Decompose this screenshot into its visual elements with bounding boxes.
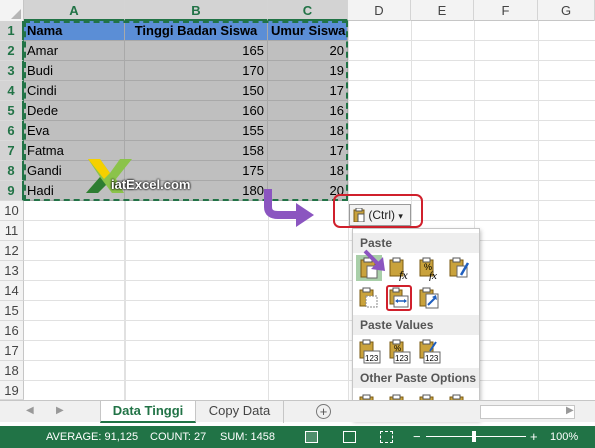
- select-all-corner[interactable]: [0, 0, 24, 21]
- zoom-out-icon[interactable]: −: [413, 426, 421, 448]
- table-cell[interactable]: 16: [268, 101, 348, 121]
- column-header-a[interactable]: A: [24, 0, 125, 21]
- row-header[interactable]: 12: [0, 241, 24, 261]
- status-sum: SUM: 1458: [220, 431, 276, 443]
- header-cell-tinggi[interactable]: Tinggi Badan Siswa: [125, 21, 268, 41]
- clipboard-icon: [353, 207, 365, 223]
- table-cell[interactable]: 165: [125, 41, 268, 61]
- status-bar: AVERAGE: 91,125 COUNT: 27 SUM: 1458 − + …: [0, 426, 595, 448]
- horizontal-scrollbar[interactable]: [480, 405, 575, 419]
- svg-text:123: 123: [425, 354, 439, 363]
- row-header[interactable]: 10: [0, 201, 24, 221]
- table-cell[interactable]: 19: [268, 61, 348, 81]
- paste-formulas-number-format-icon[interactable]: % fx: [416, 255, 442, 282]
- sheet-tab-data-tinggi[interactable]: Data Tinggi: [100, 401, 196, 423]
- scroll-tabs-right-icon[interactable]: ▶: [56, 405, 64, 416]
- paste-transpose-icon[interactable]: [416, 285, 442, 311]
- arrow-to-column-widths-icon: [363, 249, 385, 271]
- table-cell[interactable]: 170: [125, 61, 268, 81]
- row-header[interactable]: 18: [0, 361, 24, 381]
- row-header[interactable]: 7: [0, 141, 24, 161]
- column-header-e[interactable]: E: [411, 0, 474, 21]
- svg-text:123: 123: [395, 354, 409, 363]
- paste-keep-column-widths-icon[interactable]: [386, 285, 412, 311]
- row-header[interactable]: 3: [0, 61, 24, 81]
- chevron-down-icon: ▾: [398, 211, 403, 221]
- row-header[interactable]: 5: [0, 101, 24, 121]
- zoom-level[interactable]: 100%: [550, 426, 578, 448]
- svg-text:fx: fx: [429, 270, 437, 281]
- column-header-b[interactable]: B: [125, 0, 268, 21]
- header-cell-nama[interactable]: Nama: [24, 21, 125, 41]
- zoom-slider-thumb[interactable]: [472, 431, 476, 442]
- row-header[interactable]: 11: [0, 221, 24, 241]
- status-count: COUNT: 27: [150, 431, 207, 443]
- table-cell[interactable]: Eva: [24, 121, 125, 141]
- row-header[interactable]: 19: [0, 381, 24, 400]
- table-cell[interactable]: 150: [125, 81, 268, 101]
- table-cell[interactable]: Budi: [24, 61, 125, 81]
- sheet-tab-copy-data[interactable]: Copy Data: [196, 401, 284, 423]
- paste-no-borders-icon[interactable]: [356, 285, 382, 311]
- paste-values-number-format-icon[interactable]: % 123: [386, 339, 412, 365]
- new-sheet-button[interactable]: +: [316, 404, 331, 419]
- row-header[interactable]: 8: [0, 161, 24, 181]
- row-header[interactable]: 6: [0, 121, 24, 141]
- row-header[interactable]: 15: [0, 301, 24, 321]
- column-header-bar: A B C D E F G: [0, 0, 595, 21]
- zoom-slider[interactable]: [426, 436, 526, 437]
- paste-values-source-formatting-icon[interactable]: 123: [416, 339, 442, 365]
- table-cell[interactable]: 18: [268, 121, 348, 141]
- paste-values-icon[interactable]: 123: [356, 339, 382, 365]
- paste-values-section-label: Paste Values: [353, 315, 479, 335]
- row-header[interactable]: 14: [0, 281, 24, 301]
- other-paste-options-label: Other Paste Options: [353, 368, 479, 388]
- paste-keep-source-formatting-icon[interactable]: [446, 255, 472, 281]
- page-break-preview-icon[interactable]: [380, 431, 393, 443]
- row-header[interactable]: 16: [0, 321, 24, 341]
- row-header[interactable]: 13: [0, 261, 24, 281]
- svg-text:123: 123: [365, 354, 379, 363]
- column-header-c[interactable]: C: [268, 0, 348, 21]
- column-header-f[interactable]: F: [474, 0, 538, 21]
- zoom-in-icon[interactable]: +: [530, 426, 538, 448]
- table-cell[interactable]: Amar: [24, 41, 125, 61]
- logo-text: iatExcel.com: [111, 177, 191, 192]
- paste-options-menu: Paste fx % fx Paste Values 123 % 123 123…: [352, 228, 480, 420]
- row-header[interactable]: 9: [0, 181, 24, 201]
- column-header-g[interactable]: G: [538, 0, 595, 21]
- header-cell-umur[interactable]: Umur Siswa: [268, 21, 348, 41]
- table-cell[interactable]: 160: [125, 101, 268, 121]
- table-cell[interactable]: 20: [268, 41, 348, 61]
- table-cell[interactable]: Cindi: [24, 81, 125, 101]
- table-cell[interactable]: 155: [125, 121, 268, 141]
- table-cell[interactable]: 17: [268, 141, 348, 161]
- excel-window: A B C D E F G 1 2 3 4 5 6 7 8 9 10 11 12…: [0, 0, 595, 448]
- paste-formulas-icon[interactable]: fx: [386, 255, 412, 282]
- paste-options-button[interactable]: (Ctrl) ▾: [349, 204, 411, 226]
- status-average: AVERAGE: 91,125: [46, 431, 139, 443]
- table-cell[interactable]: 18: [268, 161, 348, 181]
- row-header[interactable]: 4: [0, 81, 24, 101]
- page-layout-view-icon[interactable]: [343, 431, 356, 443]
- normal-view-icon[interactable]: [305, 431, 318, 443]
- table-cell[interactable]: 17: [268, 81, 348, 101]
- arrow-to-paste-button-icon: [264, 189, 314, 227]
- scroll-tabs-left-icon[interactable]: ◀: [26, 405, 34, 416]
- paste-button-label: (Ctrl): [368, 208, 395, 222]
- svg-text:fx: fx: [399, 268, 408, 281]
- row-header[interactable]: 17: [0, 341, 24, 361]
- column-header-d[interactable]: D: [348, 0, 411, 21]
- sheet-tab-bar: ◀ ▶ Data Tinggi Copy Data + ▶: [0, 400, 595, 423]
- table-cell[interactable]: Dede: [24, 101, 125, 121]
- row-header[interactable]: 1: [0, 21, 24, 41]
- scroll-right-icon[interactable]: ▶: [566, 405, 574, 416]
- row-header[interactable]: 2: [0, 41, 24, 61]
